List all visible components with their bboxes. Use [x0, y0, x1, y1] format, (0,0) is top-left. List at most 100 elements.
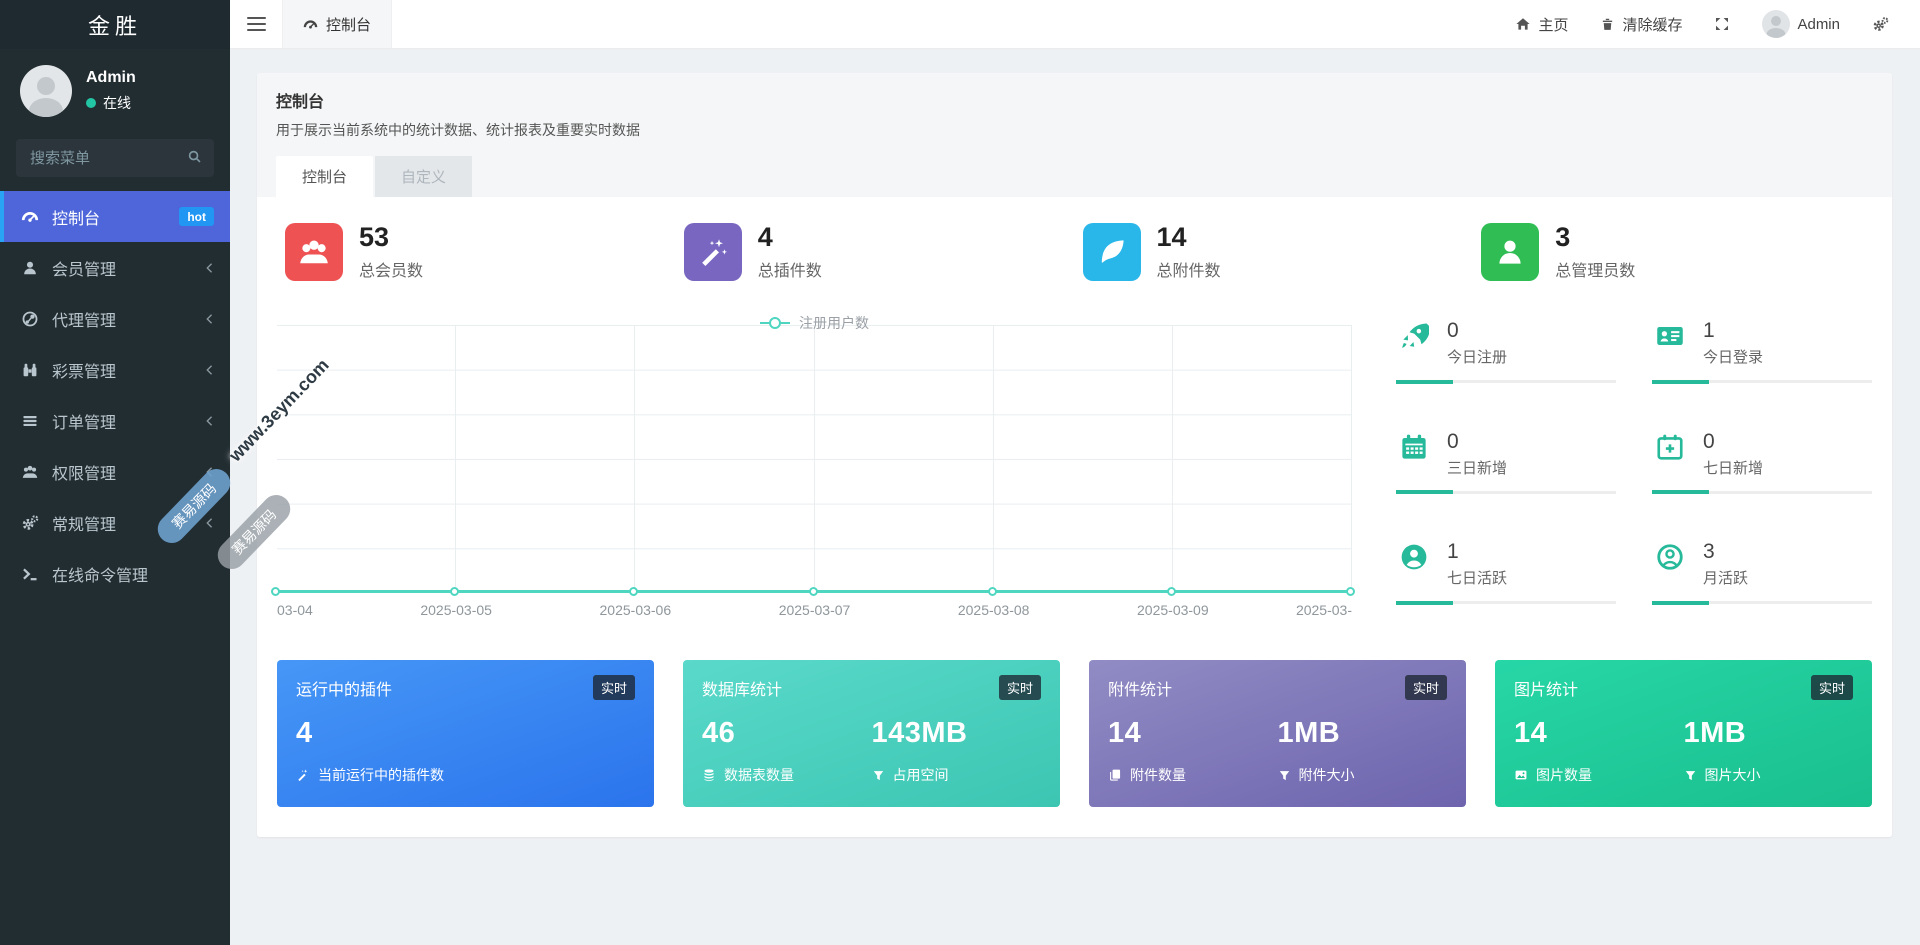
mini-stat-month-active: 3 月活跃 — [1652, 540, 1872, 624]
x-axis-label: 2025-03-07 — [778, 602, 851, 618]
x-axis-label: 2025-03-06 — [599, 602, 672, 618]
mid-row: 注册用户数 03-04 2025-03-05 2025-03-06 2025-03-0… — [271, 313, 1872, 624]
mini-stats-grid: 0 今日注册 1 今日登录 0 三日新增 0 七日新增 1 七日活跃 3 月活跃 — [1396, 315, 1872, 624]
mini-stat-value: 1 — [1703, 319, 1715, 342]
mini-stat-value: 3 — [1703, 540, 1715, 564]
hot-badge: hot — [179, 207, 214, 226]
gears-icon — [20, 513, 40, 533]
steam-icon — [20, 309, 40, 329]
home-label: 主页 — [1538, 16, 1569, 34]
mini-stat-value: 1 — [1447, 540, 1459, 564]
card-right-value: 1MB — [1683, 717, 1747, 749]
topbar-tab-dashboard[interactable]: 控制台 — [282, 0, 393, 48]
card-left-value: 14 — [1514, 717, 1548, 749]
card-right-value: 143MB — [871, 717, 968, 749]
x-axis-label: 2025-03-08 — [957, 602, 1030, 618]
database-icon — [702, 768, 716, 782]
search-input[interactable] — [16, 139, 214, 177]
sidebar-item-lottery[interactable]: 彩票管理 — [0, 344, 230, 395]
clear-cache-button[interactable]: 清除缓存 — [1587, 0, 1695, 49]
chart-legend[interactable]: 注册用户数 — [277, 313, 1352, 333]
user-status: 在线 — [86, 93, 136, 113]
magic-wand-icon — [683, 223, 742, 281]
card-left-label: 图片数量 — [1536, 767, 1592, 783]
leaf-icon — [1082, 223, 1141, 281]
chart-point — [808, 587, 818, 596]
sidebar-item-permissions[interactable]: 权限管理 — [0, 446, 230, 497]
search-icon[interactable] — [187, 149, 202, 164]
chart-point — [450, 587, 460, 596]
stat-label: 总插件数 — [757, 262, 822, 280]
tab-dashboard[interactable]: 控制台 — [276, 156, 374, 197]
calendar-plus-icon — [1652, 430, 1688, 462]
panel-body: 53 总会员数 4 总插件数 14 总附件数 3 总管理员数 注册用户数 03-… — [257, 197, 1892, 837]
card-right-value: 1MB — [1277, 717, 1341, 749]
fullscreen-button[interactable] — [1701, 0, 1743, 49]
hamburger-menu-icon[interactable] — [230, 0, 282, 48]
admin-dashboard: 金胜 Admin 在线 控制台 hot — [0, 0, 1920, 945]
trash-icon — [1600, 16, 1615, 32]
legend-line-marker-icon — [760, 322, 790, 324]
user-avatar[interactable] — [20, 65, 72, 117]
mini-stat-label: 七日新增 — [1703, 459, 1764, 477]
home-button[interactable]: 主页 — [1502, 0, 1581, 49]
gauge-icon — [20, 207, 40, 227]
sidebar-item-online-command[interactable]: 在线命令管理 — [0, 548, 230, 599]
sidebar-item-members[interactable]: 会员管理 — [0, 242, 230, 293]
image-icon — [1514, 768, 1528, 782]
mini-stat-label: 三日新增 — [1447, 459, 1508, 477]
sidebar-item-label: 订单管理 — [52, 414, 117, 432]
list-icon — [20, 411, 40, 431]
user-icon — [20, 258, 40, 278]
user-circle-outline-icon — [1652, 540, 1688, 572]
mini-stat-value: 0 — [1447, 429, 1459, 453]
realtime-badge: 实时 — [1404, 675, 1447, 700]
gauge-icon — [303, 17, 318, 32]
chart-x-axis: 03-04 2025-03-05 2025-03-06 2025-03-07 2025-… — [277, 602, 1352, 624]
chart-plot — [271, 325, 1355, 596]
user-circle-icon — [1396, 540, 1432, 572]
mini-stat-3day-new: 0 三日新增 — [1396, 430, 1616, 514]
mini-stat-bar — [1652, 379, 1872, 384]
stat-label: 总管理员数 — [1555, 262, 1636, 280]
card-running-plugins: 运行中的插件 实时 4 当前运行中的插件数 — [277, 660, 654, 807]
menu-search — [16, 139, 214, 177]
users-icon — [285, 223, 343, 281]
online-dot-icon — [86, 98, 96, 108]
mini-stat-7day-active: 1 七日活跃 — [1396, 540, 1616, 624]
mini-stat-label: 七日活跃 — [1447, 570, 1508, 588]
stat-total-attachments: 14 总附件数 — [1075, 222, 1474, 281]
topbar-user-label: Admin — [1797, 15, 1840, 33]
sidebar-item-label: 彩票管理 — [52, 363, 117, 381]
tab-custom[interactable]: 自定义 — [375, 156, 473, 197]
stat-value: 3 — [1555, 222, 1571, 253]
chevron-left-icon — [204, 262, 214, 274]
sidebar-item-label: 在线命令管理 — [52, 567, 149, 585]
rocket-icon — [1396, 319, 1432, 351]
x-axis-label: 2025-03-05 — [420, 602, 492, 618]
stat-row: 53 总会员数 4 总插件数 14 总附件数 3 总管理员数 — [277, 222, 1872, 281]
user-menu[interactable]: Admin — [1749, 0, 1853, 49]
sidebar-item-general[interactable]: 常规管理 — [0, 497, 230, 548]
fullscreen-icon — [1714, 16, 1730, 32]
settings-button[interactable] — [1859, 0, 1902, 49]
sidebar-item-label: 代理管理 — [52, 312, 117, 330]
sidebar-item-orders[interactable]: 订单管理 — [0, 395, 230, 446]
card-title: 数据库统计 — [702, 681, 783, 699]
card-attachment-stats: 附件统计 实时 14 1MB 附件数量 附件大小 — [1089, 660, 1466, 807]
funnel-icon — [1684, 769, 1697, 782]
gears-icon — [1872, 16, 1889, 33]
page-title: 控制台 — [276, 94, 325, 111]
topbar-right: 主页 清除缓存 Admin — [1502, 0, 1920, 48]
mini-stat-today-registered: 0 今日注册 — [1396, 319, 1616, 403]
calendar-icon — [1396, 430, 1432, 462]
app-logo[interactable]: 金胜 — [0, 0, 230, 49]
x-axis-label: 2025-03-09 — [1137, 602, 1209, 618]
summary-cards: 运行中的插件 实时 4 当前运行中的插件数 数据库统计 实时 46 143MB … — [277, 660, 1872, 807]
mini-stat-bar — [1396, 490, 1616, 495]
sidebar-item-agents[interactable]: 代理管理 — [0, 293, 230, 344]
chevron-left-icon — [204, 517, 214, 529]
sidebar-item-dashboard[interactable]: 控制台 hot — [0, 191, 230, 242]
card-right-label: 附件大小 — [1298, 767, 1355, 783]
stat-label: 总会员数 — [359, 262, 424, 280]
